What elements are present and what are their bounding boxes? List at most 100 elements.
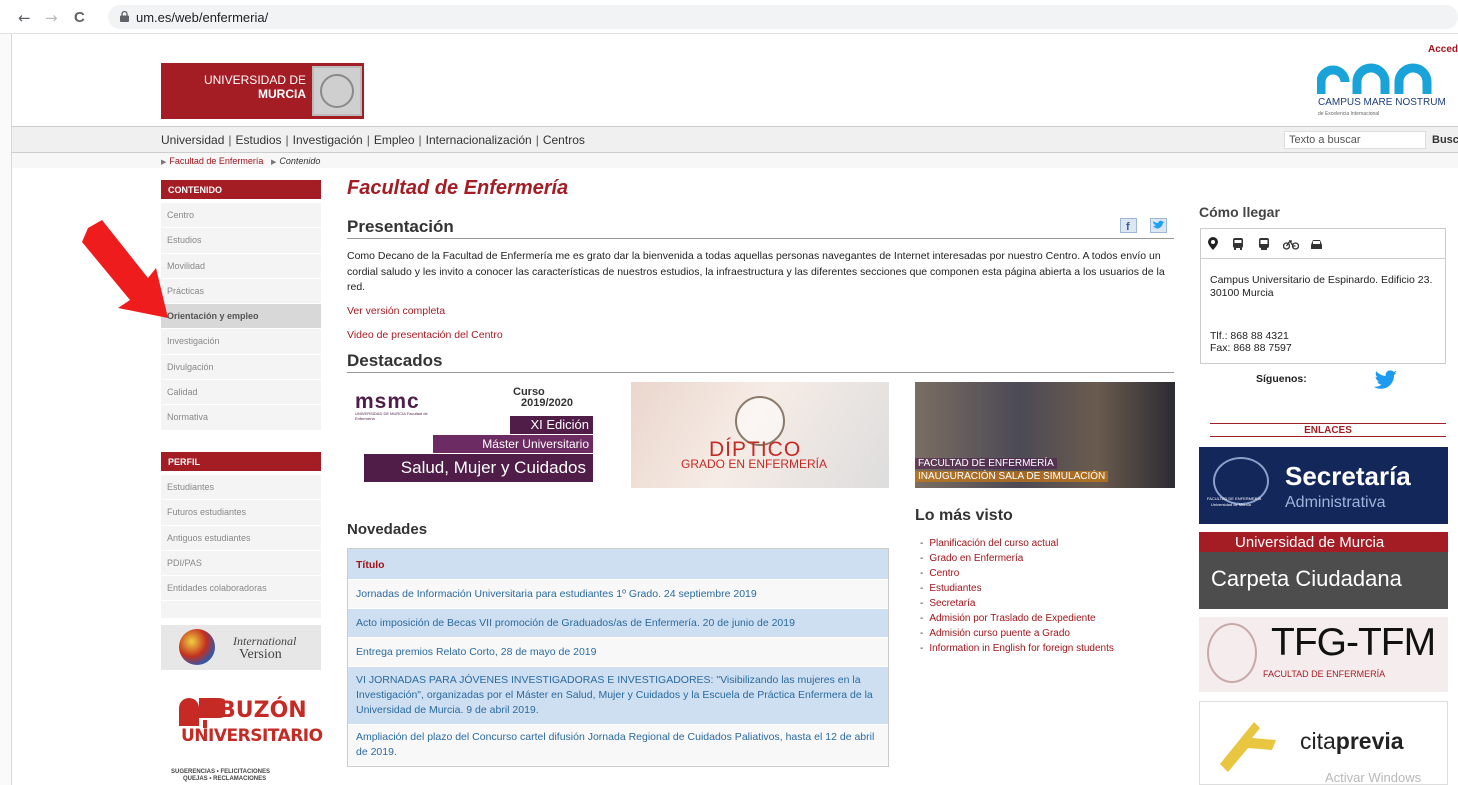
transport-tabs (1201, 229, 1445, 259)
novedades-title: Novedades (347, 521, 428, 538)
buzon-title: BUZÓN (219, 698, 307, 723)
sidebar-item-movilidad[interactable]: Movilidad (161, 254, 321, 279)
full-version-link[interactable]: Ver versión completa (347, 305, 445, 317)
nav-universidad[interactable]: Universidad (161, 133, 224, 147)
sidebar-perfil-list: Estudiantes Futuros estudiantes Antiguos… (161, 475, 321, 618)
sidebar-item-estudiantes[interactable]: Estudiantes (161, 475, 321, 501)
bus-icon[interactable] (1232, 238, 1244, 250)
sidebar-item-pdipas[interactable]: PDI/PAS (161, 551, 321, 577)
mostviewed-item[interactable]: - Information in English for foreign stud… (920, 641, 1114, 656)
simulation-line1: FACULTAD DE ENFERMERÍA (915, 458, 1057, 469)
sidebar-item-calidad[interactable]: Calidad (161, 380, 321, 406)
location-icon[interactable] (1208, 237, 1218, 250)
mostviewed-item[interactable]: - Admisión por Traslado de Expediente (920, 611, 1114, 626)
cita-previa-banner[interactable]: citaprevia Activar Windows (1199, 701, 1448, 785)
tfg-tfm-banner[interactable]: TFG-TFM FACULTAD DE ENFERMERÍA (1199, 617, 1448, 692)
how-to-arrive-title: Cómo llegar (1199, 204, 1280, 220)
international-version-link[interactable]: International Version (161, 625, 321, 670)
news-row[interactable]: Jornadas de Información Universitaria pa… (348, 580, 888, 609)
nav-investigacion[interactable]: Investigación (293, 133, 363, 147)
featured-simulation-banner[interactable]: FACULTAD DE ENFERMERÍA INAUGURACIÓN SALA… (915, 382, 1175, 488)
msmc-logo-sub: UNIVERSIDAD DE MURCIA Facultad de Enferm… (355, 411, 428, 421)
secretaria-subtitle: Administrativa (1285, 494, 1386, 511)
nav-internacionalizacion[interactable]: Internacionalización (426, 133, 532, 147)
accede-link[interactable]: Accede (1428, 44, 1458, 55)
um-seal-icon (312, 66, 362, 116)
carpeta-ciudadana-banner[interactable]: Universidad de Murcia Carpeta Ciudadana (1199, 532, 1448, 609)
mostviewed-item[interactable]: - Secretaría (920, 596, 1114, 611)
mostviewed-item[interactable]: - Centro (920, 566, 1114, 581)
nav-estudios[interactable]: Estudios (236, 133, 282, 147)
university-seal-icon (1207, 623, 1257, 683)
bicycle-icon[interactable] (1283, 239, 1299, 250)
featured-diptico-banner[interactable]: DÍPTICO GRADO EN ENFERMERÍA (631, 382, 889, 488)
news-row[interactable]: VI JORNADAS PARA JÓVENES INVESTIGADORAS … (348, 667, 888, 725)
news-header: Título (348, 549, 888, 580)
breadcrumb-item-facultad[interactable]: Facultad de Enfermería (169, 156, 263, 166)
twitter-share-icon[interactable] (1150, 218, 1167, 233)
buzon-caption1: SUGERENCIAS • FELICITACIONES (171, 769, 270, 775)
sidebar-item-orientacion[interactable]: Orientación y empleo (161, 304, 321, 330)
sidebar-perfil-header: PERFIL (161, 452, 321, 471)
back-button[interactable]: ← (18, 9, 31, 27)
url-text: um.es/web/enfermeria/ (136, 10, 269, 25)
um-logo-line1: UNIVERSIDAD DE (203, 73, 306, 87)
contact-text: Tlf.: 868 88 4321 Fax: 868 88 7597 (1210, 330, 1292, 354)
nav-separator: | (535, 133, 539, 147)
nav-separator: | (285, 133, 289, 147)
sidebar-item-estudios[interactable]: Estudios (161, 228, 321, 254)
page-title: Facultad de Enfermería (347, 177, 569, 199)
diptico-sub: GRADO EN ENFERMERÍA (681, 457, 828, 471)
sidebar-item-entidades[interactable]: Entidades colaboradoras (161, 576, 321, 602)
sidebar-item-divulgacion[interactable]: Divulgación (161, 355, 321, 381)
featured-master-banner[interactable]: msmc UNIVERSIDAD DE MURCIA Facultad de E… (347, 382, 594, 488)
left-gutter (0, 34, 12, 785)
news-table: Título Jornadas de Información Universit… (347, 548, 889, 767)
master-label: Máster Universitario (433, 435, 593, 453)
address-text: Campus Universitario de Espinardo. Edifi… (1210, 274, 1440, 300)
sidebar-item-centro[interactable]: Centro (161, 203, 321, 229)
mostviewed-item[interactable]: - Planificación del curso actual (920, 536, 1114, 551)
um-logo[interactable]: UNIVERSIDAD DE MURCIA (161, 63, 364, 119)
intl-line2: Version (239, 647, 282, 662)
breadcrumb-item-contenido: Contenido (279, 156, 321, 166)
news-row[interactable]: Acto imposición de Becas VII promoción d… (348, 609, 888, 638)
links-header: ENLACES (1210, 423, 1446, 437)
news-row[interactable]: Entrega premios Relato Corto, 28 de mayo… (348, 638, 888, 667)
tram-icon[interactable] (1258, 238, 1270, 250)
sidebar-item-investigacion[interactable]: Investigación (161, 329, 321, 355)
secretaria-banner[interactable]: FACULTAD DE ENFERMERÍA Universidad de Mu… (1199, 447, 1448, 524)
mostviewed-item[interactable]: - Estudiantes (920, 581, 1114, 596)
breadcrumb-arrow-icon: ▶ (270, 159, 277, 166)
mostviewed-title: Lo más visto (915, 507, 1013, 524)
browser-toolbar: ← → C um.es/web/enfermeria/ (0, 0, 1458, 34)
carpeta-title: Carpeta Ciudadana (1211, 566, 1402, 591)
tfg-subtitle: FACULTAD DE ENFERMERÍA (1263, 669, 1386, 679)
mostviewed-list: - Planificación del curso actual - Grado e… (920, 536, 1114, 656)
buzon-universitario-link[interactable]: BUZÓN UNIVERSITARIO SUGERENCIAS • FELICI… (161, 692, 323, 785)
pointer-icon (1220, 722, 1276, 772)
address-bar[interactable]: um.es/web/enfermeria/ (108, 5, 1458, 29)
twitter-icon[interactable] (1374, 370, 1398, 390)
search-input[interactable]: Texto a buscar (1284, 131, 1426, 149)
sidebar-item-practicas[interactable]: Prácticas (161, 279, 321, 305)
mostviewed-item[interactable]: - Admisión curso puente a Grado (920, 626, 1114, 641)
buzon-caption2: QUEJAS • RECLAMACIONES (183, 776, 267, 782)
mostviewed-item[interactable]: - Grado en Enfermería (920, 551, 1114, 566)
news-row[interactable]: Ampliación del plazo del Concurso cartel… (348, 725, 888, 766)
breadcrumb: ▶ Facultad de Enfermería ▶ Contenido (161, 156, 320, 166)
facebook-icon[interactable]: f (1120, 218, 1137, 233)
nav-empleo[interactable]: Empleo (374, 133, 415, 147)
sidebar-item-antiguos[interactable]: Antiguos estudiantes (161, 526, 321, 551)
svg-text:f: f (1126, 221, 1130, 232)
sidebar-item-normativa[interactable]: Normativa (161, 405, 321, 431)
forward-button[interactable]: → (45, 9, 58, 27)
nav-centros[interactable]: Centros (543, 133, 585, 147)
video-link[interactable]: Video de presentación del Centro (347, 329, 503, 341)
sidebar-item-futuros[interactable]: Futuros estudiantes (161, 500, 321, 526)
curso-year: 2019/2020 (521, 397, 573, 409)
reload-button[interactable]: C (74, 9, 85, 26)
car-icon[interactable] (1310, 239, 1323, 250)
address-line1: Campus Universitario de Espinardo. Edifi… (1210, 274, 1433, 286)
search-button[interactable]: Buscar (1432, 134, 1458, 146)
